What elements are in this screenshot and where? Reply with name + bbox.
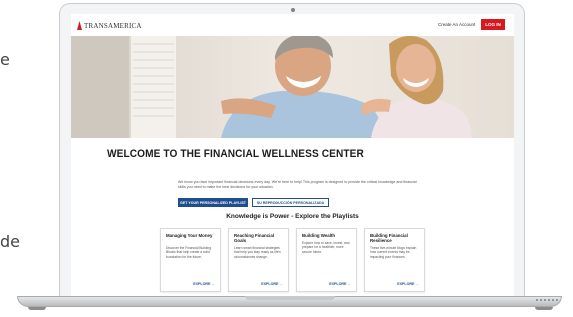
- login-button[interactable]: LOG IN: [481, 19, 505, 30]
- card-title: Building Wealth: [302, 233, 336, 238]
- speaker-grille-icon: [536, 299, 558, 301]
- playlist-card[interactable]: Reaching Financial Goals Learn smart fin…: [228, 228, 289, 292]
- explore-link[interactable]: EXPLORE →: [193, 282, 215, 286]
- laptop-foot: [535, 307, 553, 310]
- card-title: Reaching Financial Goals: [234, 233, 275, 244]
- laptop-screen: TRANSAMERICA Create An Account LOG IN WE…: [71, 14, 514, 296]
- explore-link[interactable]: EXPLORE →: [329, 282, 351, 286]
- transamerica-logo[interactable]: TRANSAMERICA: [77, 21, 142, 30]
- playlist-cards: Managing Your Money Discover the Financi…: [160, 228, 425, 292]
- spanish-playlist-button[interactable]: SU REPRODUCCIÓN PERSONALIZADA: [252, 198, 329, 207]
- card-description: Discover the Financial Building Blocks t…: [166, 246, 212, 259]
- playlist-card[interactable]: Building Financial Resilience These five…: [364, 228, 425, 292]
- personalized-playlist-button[interactable]: GET YOUR PERSONALIZED PLAYLIST: [178, 198, 248, 207]
- card-title: Building Financial Resilience: [370, 233, 408, 244]
- laptop-notch: [245, 296, 335, 300]
- create-account-link[interactable]: Create An Account: [438, 22, 475, 27]
- laptop-foot: [28, 307, 46, 310]
- couple-photo: [71, 36, 514, 138]
- explore-link[interactable]: EXPLORE →: [397, 282, 419, 286]
- page-edge-text-fragment: de: [0, 232, 20, 251]
- site-header: TRANSAMERICA Create An Account LOG IN: [71, 14, 514, 36]
- playlists-heading: Knowledge is Power - Explore the Playlis…: [226, 213, 359, 220]
- webcam-icon: [291, 8, 295, 12]
- card-description: Learn smart financial strategies that he…: [234, 246, 281, 259]
- explore-link[interactable]: EXPLORE →: [261, 282, 283, 286]
- page-title: WELCOME TO THE FINANCIAL WELLNESS CENTER: [107, 148, 364, 160]
- playlist-card[interactable]: Managing Your Money Discover the Financi…: [160, 228, 221, 292]
- page-edge-text-fragment: e: [0, 50, 10, 69]
- card-title: Managing Your Money: [166, 233, 213, 238]
- intro-text: We know you face important financial dec…: [178, 180, 417, 189]
- hero-image: [71, 36, 514, 138]
- card-description: These five-minute blogs explain how curr…: [370, 246, 417, 259]
- playlist-card[interactable]: Building Wealth Explore how to save, inv…: [296, 228, 357, 292]
- pyramid-logo-icon: [77, 21, 82, 30]
- card-description: Explore how to save, invest, and prepare…: [302, 241, 350, 254]
- logo-text: TRANSAMERICA: [84, 21, 142, 30]
